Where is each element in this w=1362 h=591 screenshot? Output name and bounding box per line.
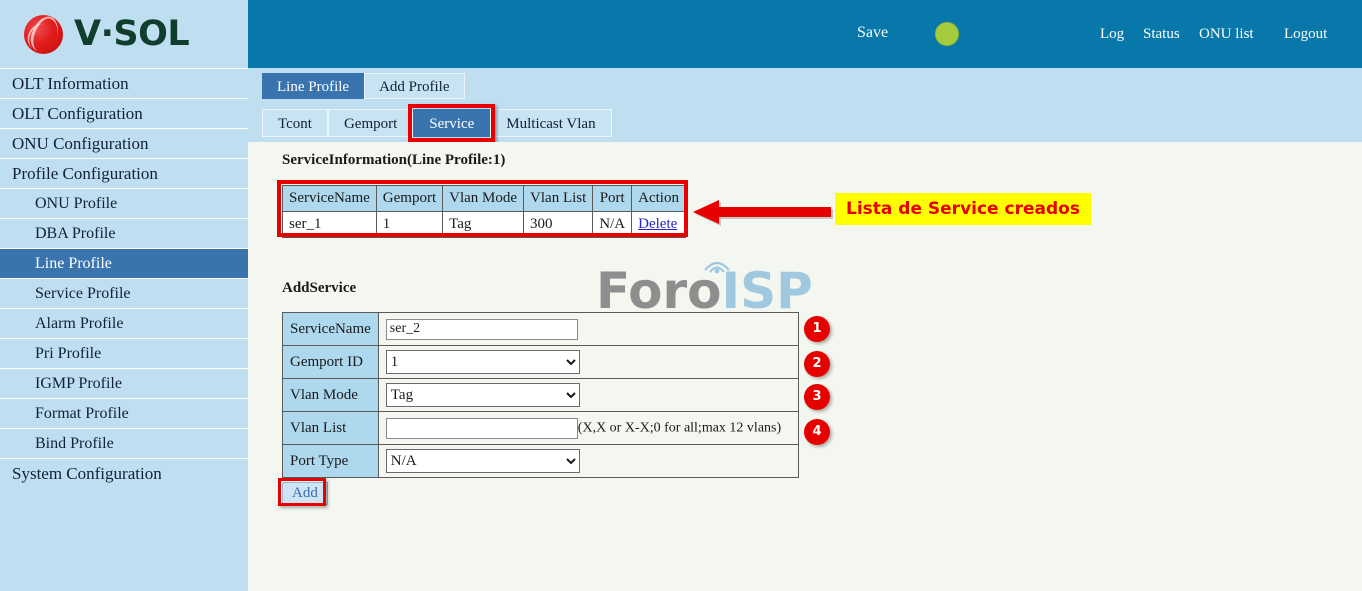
col-port: Port xyxy=(593,186,632,212)
label-port-type: Port Type xyxy=(283,445,379,478)
header-link-logout[interactable]: Logout xyxy=(1284,26,1327,43)
sidebar-item-profile-configuration[interactable]: Profile Configuration xyxy=(0,158,248,188)
sidebar-item-bind-profile[interactable]: Bind Profile xyxy=(0,428,248,458)
label-gemport-id: Gemport ID xyxy=(283,346,379,379)
service-information-table-wrapper: ServiceName Gemport Vlan Mode Vlan List … xyxy=(282,185,686,238)
form-row-vlan-mode: Vlan Mode Tag xyxy=(283,379,799,412)
tab-service[interactable]: Service xyxy=(413,109,490,137)
form-row-port-type: Port Type N/A xyxy=(283,445,799,478)
sidebar-nav: OLT Information OLT Configuration ONU Co… xyxy=(0,68,248,488)
primary-tabbar: Line Profile Add Profile xyxy=(248,68,1362,104)
label-vlan-mode: Vlan Mode xyxy=(283,379,379,412)
header-link-log[interactable]: Log xyxy=(1100,26,1124,43)
callout-label: Lista de Service creados xyxy=(835,193,1091,225)
sidebar: V·SOL OLT Information OLT Configuration … xyxy=(0,0,248,591)
col-vlan-list: Vlan List xyxy=(524,186,593,212)
save-button[interactable]: Save xyxy=(857,24,888,42)
sidebar-item-service-profile[interactable]: Service Profile xyxy=(0,278,248,308)
form-row-gemport-id: Gemport ID 1 xyxy=(283,346,799,379)
tab-service-wrapper: Service xyxy=(413,109,490,137)
port-type-select[interactable]: N/A xyxy=(386,449,580,473)
brand-name: V·SOL xyxy=(74,14,189,54)
gemport-id-select[interactable]: 1 xyxy=(386,350,580,374)
brand-logo[interactable]: V·SOL xyxy=(0,0,248,68)
vsol-flame-icon xyxy=(22,12,66,56)
add-button-wrapper: Add xyxy=(282,482,328,505)
secondary-tabbar: Tcont Gemport Service Multicast Vlan xyxy=(248,104,1362,142)
form-row-vlan-list: Vlan List (X,X or X-X;0 for all;max 12 v… xyxy=(283,412,799,445)
sidebar-item-system-configuration[interactable]: System Configuration xyxy=(0,458,248,488)
cell-service-name: ser_1 xyxy=(283,212,377,238)
service-information-table: ServiceName Gemport Vlan Mode Vlan List … xyxy=(282,185,686,238)
step-marker-2: 2 xyxy=(804,351,830,377)
tab-line-profile[interactable]: Line Profile xyxy=(262,73,364,99)
delete-link[interactable]: Delete xyxy=(638,216,677,232)
callout-arrow-icon xyxy=(693,200,833,230)
sidebar-item-olt-configuration[interactable]: OLT Configuration xyxy=(0,98,248,128)
add-service-title: AddService xyxy=(282,280,356,297)
tab-tcont[interactable]: Tcont xyxy=(262,109,328,137)
tab-gemport[interactable]: Gemport xyxy=(328,109,413,137)
step-marker-1: 1 xyxy=(804,316,830,342)
sidebar-item-alarm-profile[interactable]: Alarm Profile xyxy=(0,308,248,338)
cell-action: Delete xyxy=(632,212,686,238)
step-marker-4: 4 xyxy=(804,419,830,445)
sidebar-item-olt-information[interactable]: OLT Information xyxy=(0,68,248,98)
top-header: Save Log Status ONU list Logout xyxy=(248,0,1362,68)
cell-vlan-list: 300 xyxy=(524,212,593,238)
step-marker-3: 3 xyxy=(804,384,830,410)
table-header-row: ServiceName Gemport Vlan Mode Vlan List … xyxy=(283,186,686,212)
add-button[interactable]: Add xyxy=(282,482,328,505)
col-vlan-mode: Vlan Mode xyxy=(443,186,524,212)
form-row-service-name: ServiceName xyxy=(283,313,799,346)
main-content: ServiceInformation(Line Profile:1) Servi… xyxy=(248,142,1362,591)
cell-gemport: 1 xyxy=(376,212,442,238)
service-name-input[interactable] xyxy=(386,319,578,340)
sidebar-item-line-profile[interactable]: Line Profile xyxy=(0,248,248,278)
sidebar-item-dba-profile[interactable]: DBA Profile xyxy=(0,218,248,248)
service-information-title: ServiceInformation(Line Profile:1) xyxy=(282,152,505,169)
vlan-list-hint: (X,X or X-X;0 for all;max 12 vlans) xyxy=(578,420,781,435)
tab-multicast-vlan[interactable]: Multicast Vlan xyxy=(490,109,611,137)
cell-port: N/A xyxy=(593,212,632,238)
sidebar-item-format-profile[interactable]: Format Profile xyxy=(0,398,248,428)
vlan-list-input[interactable] xyxy=(386,418,578,439)
sidebar-item-onu-profile[interactable]: ONU Profile xyxy=(0,188,248,218)
wifi-tower-icon xyxy=(701,254,733,276)
vlan-mode-select[interactable]: Tag xyxy=(386,383,580,407)
add-service-form: ServiceName Gemport ID 1 Vlan Mode xyxy=(282,312,799,478)
header-link-status[interactable]: Status xyxy=(1143,26,1180,43)
col-service-name: ServiceName xyxy=(283,186,377,212)
status-dot-icon xyxy=(935,22,959,46)
col-gemport: Gemport xyxy=(376,186,442,212)
sidebar-item-igmp-profile[interactable]: IGMP Profile xyxy=(0,368,248,398)
sidebar-item-onu-configuration[interactable]: ONU Configuration xyxy=(0,128,248,158)
table-row: ser_1 1 Tag 300 N/A Delete xyxy=(283,212,686,238)
sidebar-item-pri-profile[interactable]: Pri Profile xyxy=(0,338,248,368)
add-service-form-table: ServiceName Gemport ID 1 Vlan Mode xyxy=(282,312,799,478)
label-service-name: ServiceName xyxy=(283,313,379,346)
cell-vlan-mode: Tag xyxy=(443,212,524,238)
col-action: Action xyxy=(632,186,686,212)
label-vlan-list: Vlan List xyxy=(283,412,379,445)
tab-add-profile[interactable]: Add Profile xyxy=(364,73,464,99)
page-root: V·SOL OLT Information OLT Configuration … xyxy=(0,0,1362,591)
header-link-onu-list[interactable]: ONU list xyxy=(1199,26,1254,43)
